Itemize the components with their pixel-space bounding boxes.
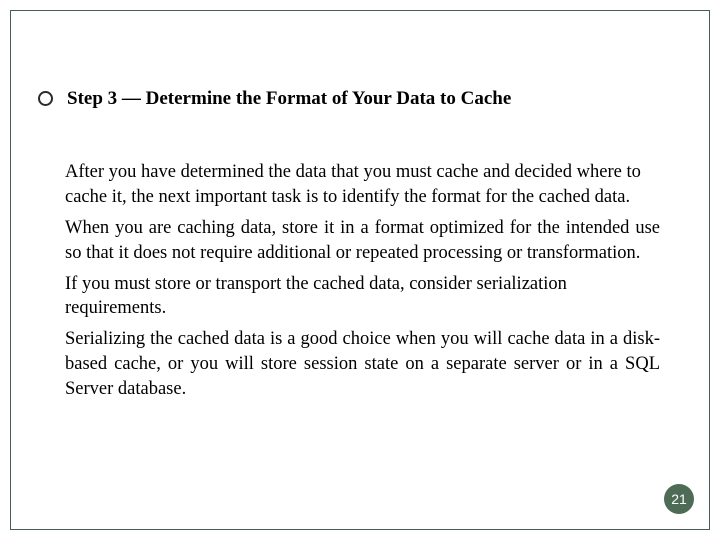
paragraph: Serializing the cached data is a good ch… [65,327,660,402]
bullet-icon [38,91,53,106]
paragraph: When you are caching data, store it in a… [65,216,660,266]
slide-title: Step 3 — Determine the Format of Your Da… [67,86,511,112]
paragraph: After you have determined the data that … [65,160,660,210]
body-text: After you have determined the data that … [65,160,660,403]
content-area: Step 3 — Determine the Format of Your Da… [38,86,660,408]
page-number-badge: 21 [664,484,694,514]
paragraph: If you must store or transport the cache… [65,272,660,322]
title-row: Step 3 — Determine the Format of Your Da… [38,86,660,112]
page-number: 21 [671,491,687,507]
slide: Step 3 — Determine the Format of Your Da… [0,0,720,540]
